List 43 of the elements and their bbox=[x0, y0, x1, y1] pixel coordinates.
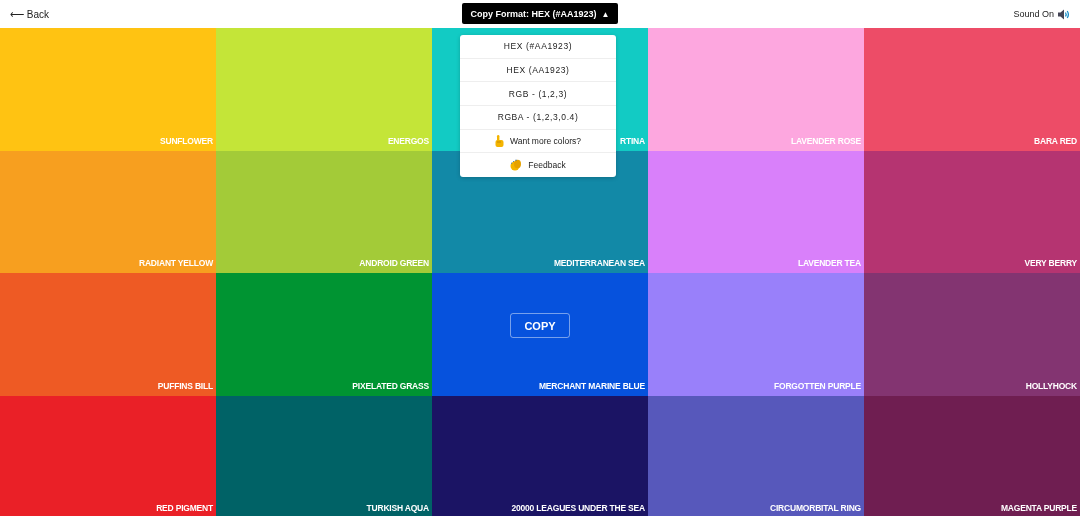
color-name: 20000 LEAGUES UNDER THE SEA bbox=[511, 503, 645, 513]
color-name: TURKISH AQUA bbox=[366, 503, 429, 513]
color-name: ANDROID GREEN bbox=[359, 258, 429, 268]
copy-format-button[interactable]: Copy Format: HEX (#AA1923) ▲ bbox=[462, 3, 618, 24]
color-swatch[interactable]: COPY MERCHANT MARINE BLUE bbox=[432, 273, 648, 396]
color-name: MEDITERRANEAN SEA bbox=[553, 258, 645, 268]
color-swatch[interactable]: RED PIGMENT bbox=[0, 395, 216, 516]
color-swatch[interactable]: PUFFINS BILL bbox=[0, 273, 216, 396]
color-name: LAVENDER ROSE bbox=[791, 135, 861, 146]
color-name: MAGENTA PURPLE bbox=[1000, 503, 1077, 513]
color-name: MERCHANT MARINE BLUE bbox=[538, 380, 645, 391]
color-name: RTINA bbox=[620, 135, 645, 146]
color-name: ENERGOS bbox=[387, 135, 429, 146]
sound-label[interactable]: Sound On bbox=[1013, 9, 1054, 19]
color-name: HOLLYHOCK bbox=[1025, 380, 1077, 391]
color-swatch[interactable]: VERY BERRY bbox=[864, 150, 1080, 273]
color-name: PUFFINS BILL bbox=[157, 380, 213, 391]
color-swatch[interactable]: PIXELATED GRASS bbox=[216, 273, 432, 396]
color-name: BARA RED bbox=[1034, 135, 1077, 146]
color-name: SUNFLOWER bbox=[160, 135, 213, 146]
color-name: LAVENDER TEA bbox=[797, 258, 861, 268]
color-name: PIXELATED GRASS bbox=[352, 380, 429, 391]
speaker-icon[interactable] bbox=[1058, 8, 1070, 20]
copy-button[interactable]: COPY bbox=[510, 313, 570, 339]
menu-item[interactable]: HEX (AA1923) bbox=[460, 58, 616, 83]
menu-item[interactable]: Want more colors? bbox=[460, 129, 616, 154]
color-name: FORGOTTEN PURPLE bbox=[774, 380, 861, 391]
color-swatch[interactable]: TURKISH AQUA bbox=[216, 395, 432, 516]
color-swatch[interactable]: CIRCUMORBITAL RING bbox=[648, 395, 864, 516]
color-name: RED PIGMENT bbox=[156, 503, 213, 513]
color-swatch[interactable]: 20000 LEAGUES UNDER THE SEA bbox=[432, 395, 648, 516]
color-name: VERY BERRY bbox=[1024, 258, 1077, 268]
color-name: RADIANT YELLOW bbox=[139, 258, 213, 268]
color-name: CIRCUMORBITAL RING bbox=[770, 503, 861, 513]
color-swatch[interactable]: MAGENTA PURPLE bbox=[864, 395, 1080, 516]
menu-item[interactable]: HEX (#AA1923) bbox=[460, 35, 616, 59]
menu-item[interactable]: Feedback bbox=[460, 153, 616, 178]
back-link[interactable]: ⟵ Back bbox=[10, 8, 49, 20]
pointing-hand-icon bbox=[495, 135, 504, 148]
color-swatch[interactable]: HOLLYHOCK bbox=[864, 273, 1080, 396]
menu-item[interactable]: RGBA - (1,2,3,0.4) bbox=[460, 106, 616, 130]
menu-item[interactable]: RGB - (1,2,3) bbox=[460, 82, 616, 107]
color-swatch[interactable]: BARA RED bbox=[864, 28, 1080, 151]
